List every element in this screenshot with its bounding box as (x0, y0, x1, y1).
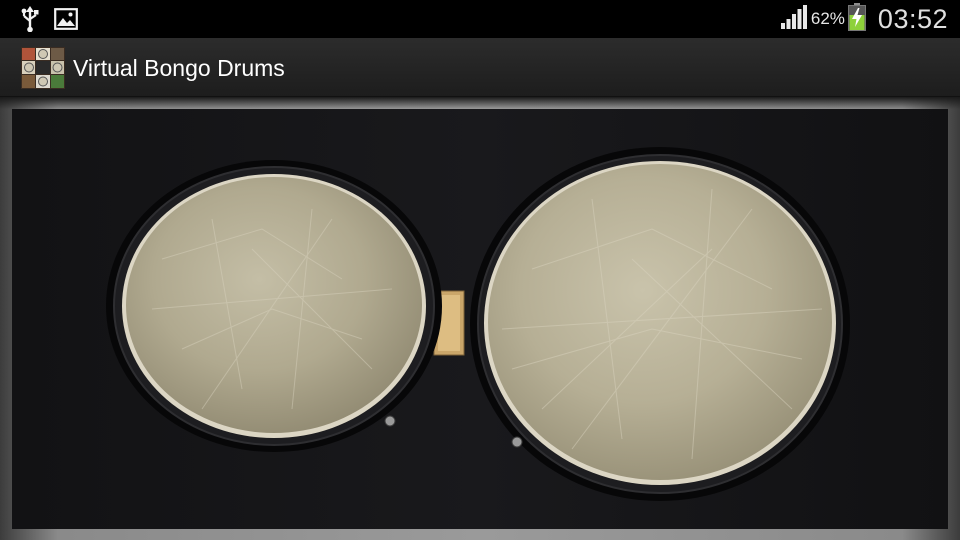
signal-bars-icon (780, 4, 807, 34)
action-bar: Virtual Bongo Drums (0, 38, 960, 97)
content-area (0, 97, 960, 540)
status-indicators: 62% 03:52 (780, 0, 948, 38)
usb-icon (20, 6, 40, 37)
app-title: Virtual Bongo Drums (73, 55, 285, 81)
bongo-drums-image (12, 109, 948, 529)
app-screen: 62% 03:52 Virtual Bongo Drums (0, 0, 960, 540)
left-bongo-drum[interactable] (106, 160, 442, 452)
status-notifications (20, 6, 78, 37)
status-bar: 62% 03:52 (0, 0, 960, 38)
image-notification-icon (54, 8, 78, 35)
right-bongo-drum[interactable] (470, 147, 850, 501)
content-shadow (0, 97, 960, 109)
battery-charging-icon (847, 2, 866, 36)
battery-percent: 62% (810, 9, 845, 28)
status-clock: 03:52 (877, 3, 948, 34)
bongo-collage-icon[interactable] (21, 47, 65, 89)
